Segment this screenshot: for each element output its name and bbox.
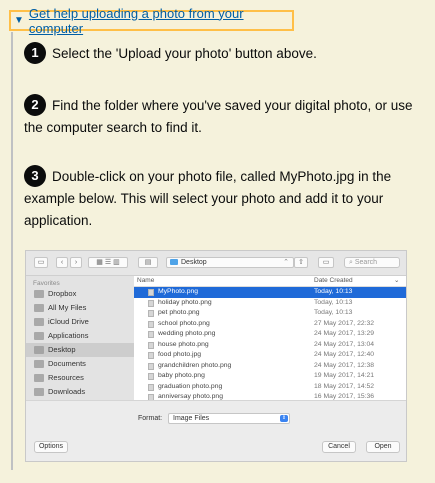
folder-name: Desktop	[181, 259, 207, 266]
dialog-toolbar: ▭ ‹ › ▦ ☰ ▥ ▤ Desktop ⌃ ⇧ ▭ ⌕ Search	[26, 251, 406, 276]
sidebar-item-resources: Resources	[26, 371, 134, 385]
sidebar-toggle-icon: ▭	[34, 257, 48, 268]
sidebar-header: Favorites	[33, 280, 60, 287]
image-file-icon	[148, 289, 154, 296]
step-3: 3 Double-click on your photo file, called…	[24, 165, 414, 231]
details-summary[interactable]: ▼ Get help uploading a photo from your c…	[9, 6, 294, 36]
documents-icon	[34, 360, 44, 368]
sidebar-item-documents: Documents	[26, 357, 134, 371]
sidebar-item-all-my-files: All My Files	[26, 301, 134, 315]
chevron-updown-icon: ⇕	[280, 415, 288, 422]
file-row: holiday photo.png Today, 10:13	[134, 298, 406, 309]
sidebar-item-desktop: Desktop	[26, 343, 134, 357]
chevron-updown-icon: ⌃	[283, 259, 289, 266]
folder-icon	[34, 374, 44, 382]
search-placeholder: Search	[354, 259, 378, 266]
step-text: Select the 'Upload your photo' button ab…	[52, 45, 317, 61]
image-file-icon	[148, 320, 154, 328]
image-file-icon	[148, 299, 154, 307]
image-file-icon	[148, 383, 154, 391]
file-row: baby photo.png 19 May 2017, 14:21	[134, 371, 406, 382]
file-row: school photo.png 27 May 2017, 22:32	[134, 319, 406, 330]
file-list-header: Name Date Created ⌄	[134, 276, 406, 287]
format-label: Format:	[138, 415, 163, 422]
step-text: Double-click on your photo file, called …	[24, 168, 392, 229]
tag-icon: ▭	[318, 257, 334, 268]
applications-icon	[34, 332, 44, 340]
file-row: pet photo.png Today, 10:13	[134, 308, 406, 319]
sidebar-item-downloads: Downloads	[26, 385, 134, 399]
chevron-down-icon: ⌄	[394, 277, 400, 284]
folder-icon	[170, 259, 178, 265]
sidebar-item-dropbox: Dropbox	[26, 287, 134, 301]
format-row: Format: Image Files ⇕	[138, 413, 290, 424]
file-open-dialog-example: ▭ ‹ › ▦ ☰ ▥ ▤ Desktop ⌃ ⇧ ▭ ⌕ Search Fav…	[25, 250, 407, 462]
image-file-icon	[148, 310, 154, 317]
search-field: ⌕ Search	[344, 257, 400, 268]
cloud-icon	[34, 318, 44, 326]
back-icon: ‹	[56, 257, 68, 268]
options-button: Options	[34, 441, 68, 453]
step-2: 2 Find the folder where you've saved your…	[24, 94, 414, 138]
file-row: wedding photo.png 24 May 2017, 13:29	[134, 329, 406, 340]
step-1: 1 Select the 'Upload your photo' button a…	[24, 42, 414, 65]
downloads-icon	[34, 388, 44, 396]
sidebar-item-applications: Applications	[26, 329, 134, 343]
arrange-icon: ▤	[138, 257, 158, 268]
image-file-icon	[148, 362, 154, 370]
dialog-sidebar: Favorites Dropbox All My Files iCloud Dr…	[26, 276, 134, 400]
cancel-button: Cancel	[322, 441, 356, 453]
desktop-icon	[34, 346, 44, 354]
image-file-icon	[148, 352, 154, 359]
file-row: house photo.png 24 May 2017, 13:04	[134, 340, 406, 351]
files-icon	[34, 304, 44, 312]
search-icon: ⌕	[349, 259, 353, 266]
format-select: Image Files ⇕	[168, 413, 290, 424]
file-row: food photo.jpg 24 May 2017, 12:40	[134, 350, 406, 361]
share-icon: ⇧	[294, 257, 308, 268]
triangle-down-icon: ▼	[14, 15, 24, 26]
file-row: grandchildren photo.png 24 May 2017, 12:3…	[134, 361, 406, 372]
step-text: Find the folder where you've saved your …	[24, 97, 413, 136]
view-mode-icon: ▦ ☰ ▥	[88, 257, 128, 268]
file-list: Name Date Created ⌄ MyPhoto.png Today, 10…	[134, 276, 406, 401]
forward-icon: ›	[70, 257, 82, 268]
step-number-badge: 2	[24, 94, 46, 117]
details-border	[11, 32, 13, 470]
column-date-created: Date Created	[314, 277, 353, 284]
dropbox-icon	[34, 290, 44, 298]
column-name: Name	[137, 277, 155, 284]
dialog-divider	[26, 400, 406, 401]
help-uploading-link[interactable]: Get help uploading a photo from your com…	[29, 6, 292, 36]
format-value: Image Files	[173, 415, 210, 422]
sidebar-item-icloud-drive: iCloud Drive	[26, 315, 134, 329]
image-file-icon	[148, 373, 154, 380]
image-file-icon	[148, 331, 154, 338]
folder-popup: Desktop ⌃	[166, 257, 294, 268]
open-button: Open	[366, 441, 400, 453]
step-number-badge: 1	[24, 42, 46, 65]
step-number-badge: 3	[24, 165, 46, 188]
file-row-selected: MyPhoto.png Today, 10:13	[134, 287, 406, 298]
file-row: graduation photo.png 18 May 2017, 14:52	[134, 382, 406, 393]
image-file-icon	[148, 341, 154, 349]
